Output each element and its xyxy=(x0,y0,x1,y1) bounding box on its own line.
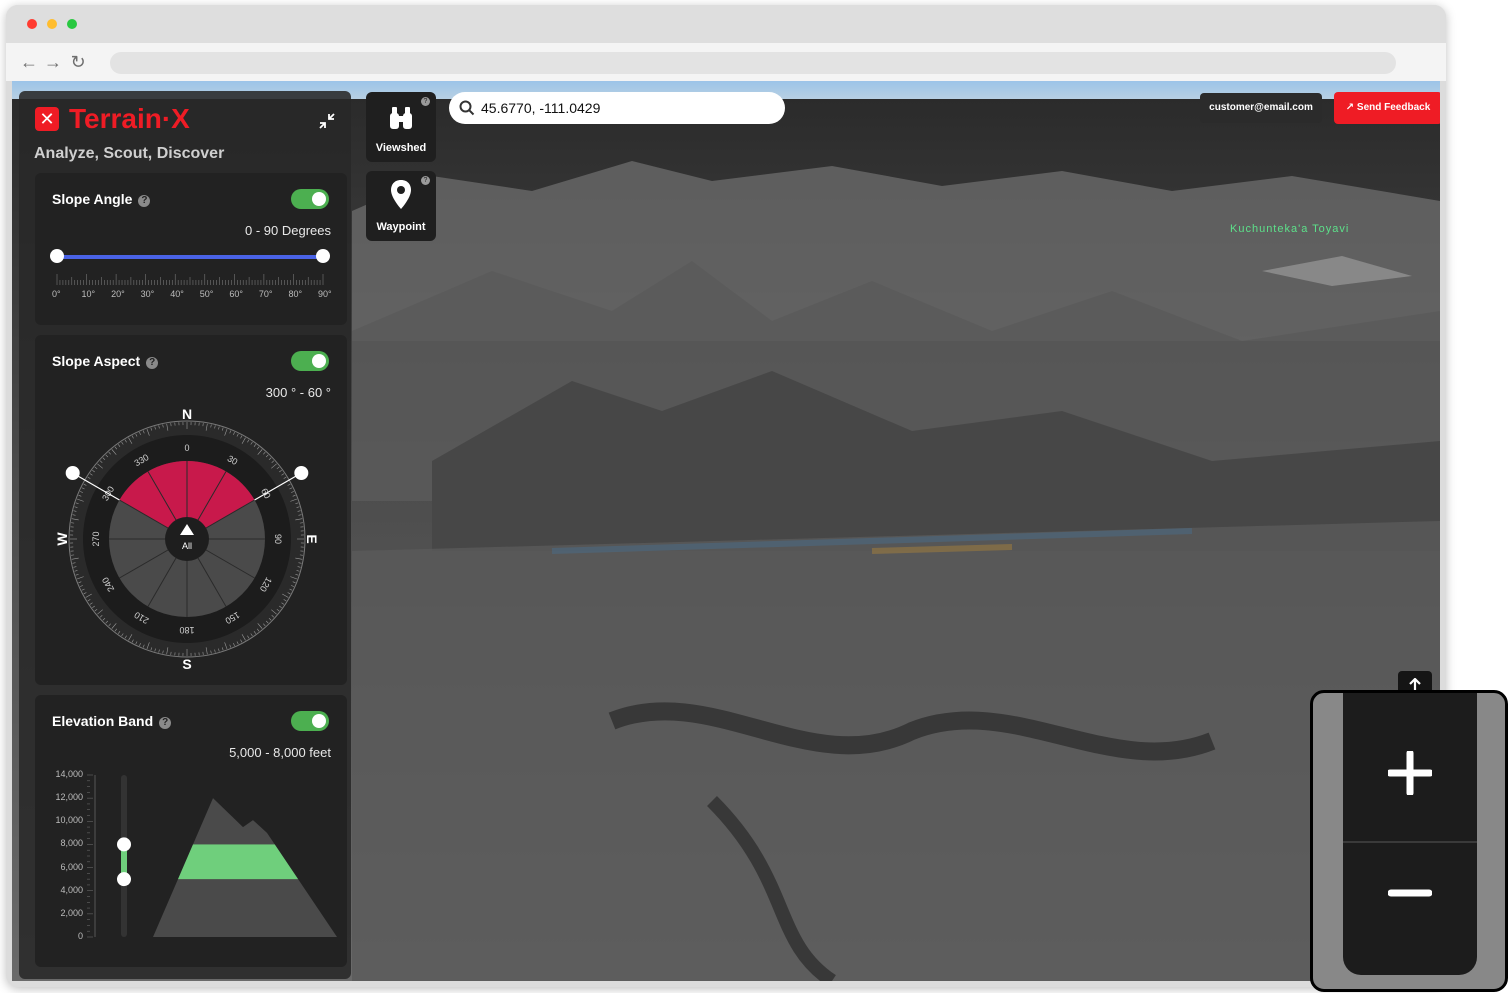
compass-degree-label: 270 xyxy=(91,531,101,546)
slope-tick-label: 10° xyxy=(81,289,96,299)
map-place-label: Kuchunteka'a Toyavi xyxy=(1230,223,1350,235)
brand-name: Terrain·X xyxy=(69,103,190,134)
compass-cardinal-s: S xyxy=(182,656,191,672)
compass-cardinal-n: N xyxy=(182,406,192,422)
maximize-window-button[interactable] xyxy=(67,19,77,29)
map-pin-icon xyxy=(391,180,411,209)
slope-angle-title: Slope Angle? xyxy=(52,191,151,207)
elevation-band-card: Elevation Band? 5,000 - 8,000 feet 14,00… xyxy=(35,695,347,967)
compass-degree-label: 0 xyxy=(184,443,189,453)
zoom-divider xyxy=(1343,841,1477,843)
help-icon[interactable]: ? xyxy=(421,97,430,106)
slope-angle-card: Slope Angle? 0 - 90 Degrees 0° 10° 20° 30° 4… xyxy=(35,173,347,325)
analysis-panel: ✕ Terrain·X Analyze, Scout, Discover Slo… xyxy=(19,91,351,979)
slope-angle-title-text: Slope Angle xyxy=(52,191,133,207)
plus-icon xyxy=(1388,751,1432,795)
back-arrow-icon[interactable]: ← xyxy=(19,52,39,72)
slope-tick-label: 80° xyxy=(288,289,303,299)
zoom-out-button[interactable] xyxy=(1343,845,1477,985)
slope-tick-label: 0° xyxy=(52,289,61,299)
slope-angle-toggle[interactable] xyxy=(291,189,329,209)
slope-angle-ticks xyxy=(56,274,324,285)
compass-center-label: All xyxy=(182,541,192,551)
waypoint-button[interactable]: ? Waypoint xyxy=(366,171,436,241)
search-input[interactable] xyxy=(481,98,771,118)
zoom-controls xyxy=(1343,693,1477,975)
compass-degree-label: 90 xyxy=(273,534,283,544)
viewshed-button[interactable]: ? Viewshed xyxy=(366,92,436,162)
slope-angle-min-thumb[interactable] xyxy=(50,249,64,263)
slope-tick-label: 50° xyxy=(199,289,214,299)
help-icon[interactable]: ? xyxy=(138,195,151,207)
reload-icon[interactable]: ↻ xyxy=(68,52,88,72)
slope-angle-slider-track[interactable] xyxy=(57,255,323,259)
help-icon[interactable]: ? xyxy=(421,176,430,185)
slope-tick-label: 90° xyxy=(318,289,332,299)
account-email[interactable]: customer@email.com xyxy=(1200,93,1322,123)
collapse-icon[interactable] xyxy=(317,111,337,131)
map-viewport[interactable]: Kuchunteka'a Toyavi ✕ Terrain·X Analyze,… xyxy=(12,81,1440,981)
address-bar[interactable] xyxy=(110,52,1396,74)
forward-arrow-icon[interactable]: → xyxy=(43,52,63,72)
tagline: Analyze, Scout, Discover xyxy=(34,145,225,162)
search-icon[interactable] xyxy=(459,100,475,116)
title-bar xyxy=(6,5,1446,43)
external-link-icon: ↗ xyxy=(1345,102,1357,113)
slope-angle-max-thumb[interactable] xyxy=(316,249,330,263)
send-feedback-button[interactable]: ↗ Send Feedback xyxy=(1334,92,1440,124)
elevation-chart[interactable] xyxy=(35,695,347,967)
close-window-button[interactable] xyxy=(27,19,37,29)
brand-mark-icon: ✕ xyxy=(35,107,59,131)
waypoint-label: Waypoint xyxy=(376,221,426,233)
elevation-min-thumb xyxy=(117,872,131,887)
aspect-handle xyxy=(65,466,80,480)
elevation-max-thumb xyxy=(117,837,131,852)
aspect-compass[interactable]: All0306090120150180210240270300330NESW xyxy=(35,335,347,685)
compass-center-button xyxy=(165,517,209,561)
slope-angle-range: 0 - 90 Degrees xyxy=(245,223,331,238)
compass-degree-label: 180 xyxy=(179,625,194,635)
slope-tick-label: 30° xyxy=(140,289,155,299)
compass-cardinal-w: W xyxy=(54,532,70,546)
minimize-window-button[interactable] xyxy=(47,19,57,29)
elevation-band-fill xyxy=(153,844,337,880)
binoculars-icon xyxy=(390,107,412,129)
aspect-handle xyxy=(294,466,309,480)
slope-aspect-card: Slope Aspect? 300 ° - 60 ° All0306090120… xyxy=(35,335,347,685)
minus-icon xyxy=(1388,889,1432,897)
browser-window: ← → ↻ Kuchunteka'a Toyavi ✕ Terrain·X An… xyxy=(6,5,1446,987)
slope-tick-label: 70° xyxy=(258,289,273,299)
send-feedback-label: Send Feedback xyxy=(1356,102,1431,113)
coordinate-search xyxy=(449,92,785,124)
slope-tick-label: 60° xyxy=(229,289,243,299)
viewshed-label: Viewshed xyxy=(375,142,427,154)
compass-cardinal-e: E xyxy=(304,534,320,543)
slope-tick-label: 40° xyxy=(170,289,184,299)
browser-toolbar: ← → ↻ xyxy=(6,43,1446,81)
slope-tick-label: 20° xyxy=(111,289,125,299)
zoom-in-button[interactable] xyxy=(1343,701,1477,841)
zoom-controls-callout xyxy=(1310,690,1508,992)
